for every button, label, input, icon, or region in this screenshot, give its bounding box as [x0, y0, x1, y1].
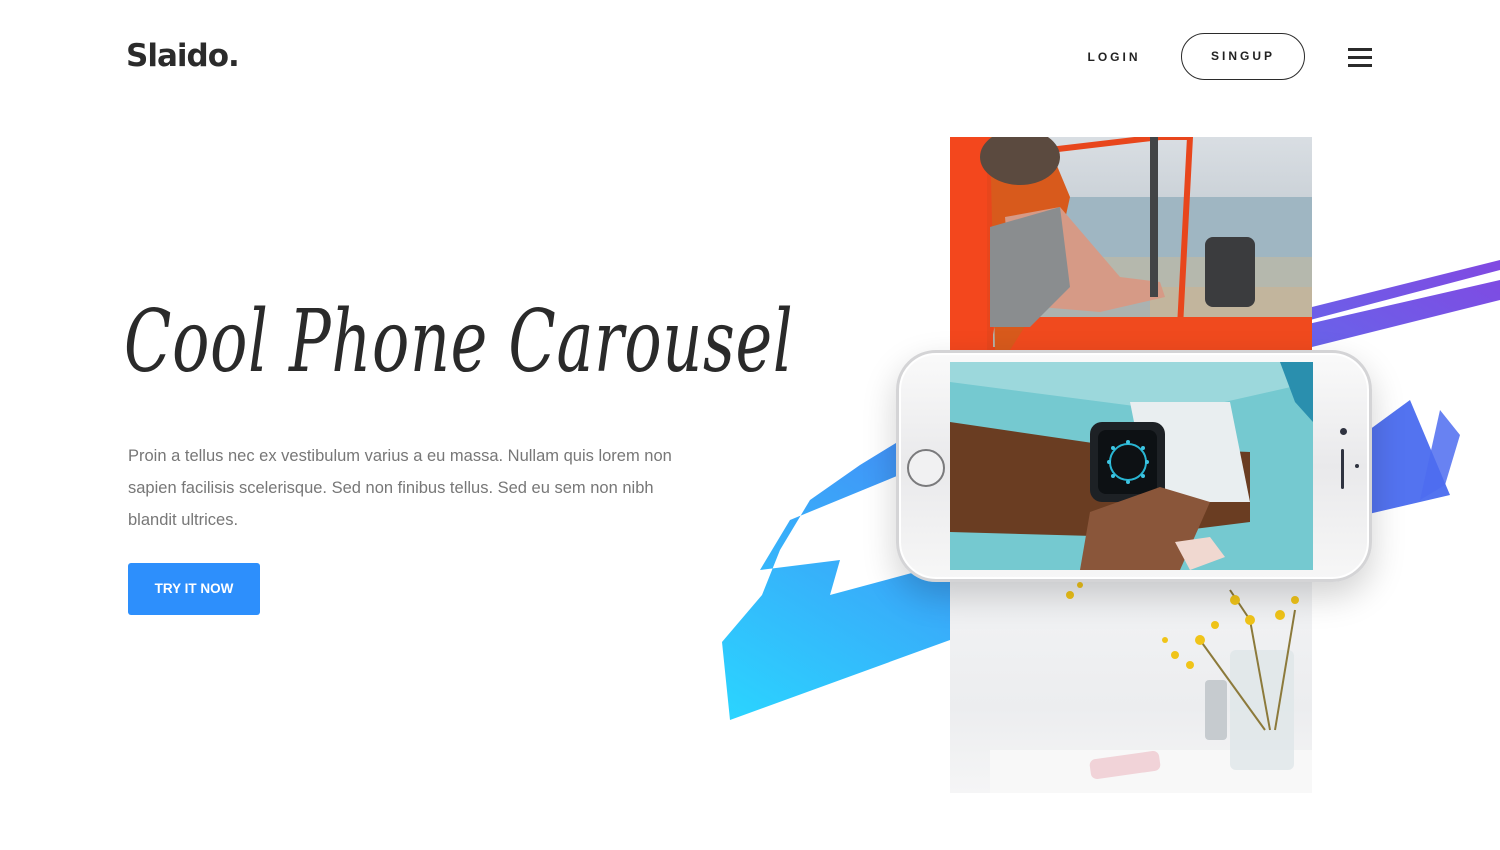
login-link[interactable]: LOGIN — [1068, 46, 1160, 68]
try-it-now-button[interactable]: TRY IT NOW — [128, 563, 260, 615]
flowers-table-photo — [950, 580, 1312, 793]
phone-frame — [896, 350, 1372, 582]
hamburger-menu-icon[interactable] — [1346, 46, 1374, 68]
car-window-photo — [950, 137, 1312, 350]
signup-button[interactable]: SINGUP — [1181, 33, 1305, 80]
front-camera-icon — [1340, 428, 1347, 435]
logo[interactable]: Slaido. — [126, 38, 240, 74]
speaker-icon — [1341, 449, 1344, 489]
hero-description: Proin a tellus nec ex vestibulum varius … — [128, 447, 672, 529]
home-button-icon — [907, 449, 945, 487]
smartwatch-photo — [950, 362, 1313, 570]
hero-title: Cool Phone Carousel — [124, 292, 794, 392]
sensor-icon — [1355, 464, 1359, 468]
